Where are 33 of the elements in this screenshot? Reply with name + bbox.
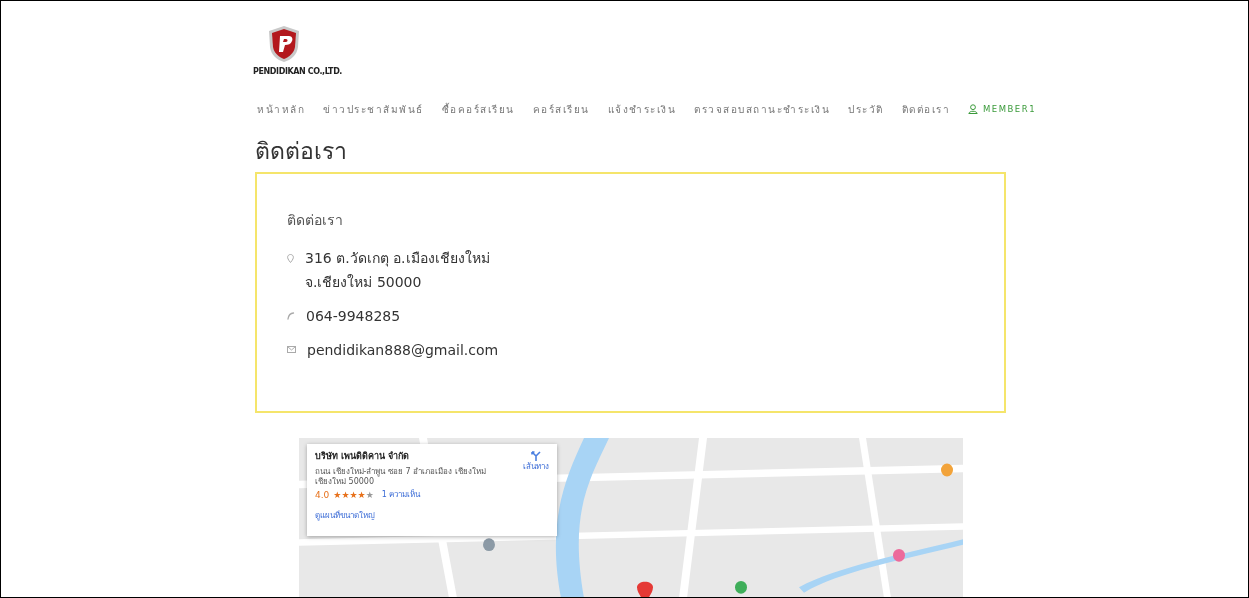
rating-value: 4.0	[315, 488, 330, 502]
contact-text: 064-9948285	[306, 307, 401, 325]
star-icon: ★	[349, 490, 358, 501]
contact-text: pendidikan888@gmail.com	[307, 341, 499, 359]
place-address: ถนน เชียงใหม่-ลำพูน ซอย 7 อำเภอเมือง เชียงใหม่ เชียงใหม่ 50000	[315, 466, 487, 487]
reviews-link[interactable]: 1 ความเห็น	[381, 489, 421, 502]
company-name: PENDIDIKAN CO.,LTD.	[253, 66, 342, 78]
nav-link[interactable]: ประวัติ	[848, 101, 884, 117]
envelope-icon	[287, 346, 296, 353]
nav-link[interactable]: ข่าวประชาสัมพันธ์	[323, 101, 424, 117]
nav-link[interactable]: หน้าหลัก	[257, 101, 305, 117]
directions-icon	[531, 450, 541, 461]
user-icon	[968, 104, 978, 114]
place-name: บริษัท เพนดิดิคาน จำกัด	[315, 450, 411, 463]
nav-link[interactable]: ตรวจสอบสถานะชำระเงิน	[694, 101, 830, 117]
nav-link[interactable]: ติดต่อเรา	[901, 101, 950, 117]
page-title: ติดต่อเรา	[255, 137, 348, 166]
star-icon: ★	[333, 490, 342, 501]
star-icon: ★	[365, 490, 374, 501]
nav-link[interactable]: ซื้อคอร์สเรียน	[441, 101, 515, 117]
star-icon: ★	[357, 490, 366, 501]
nav-link[interactable]: คอร์สเรียน	[532, 101, 590, 117]
shield-logo-icon	[267, 25, 301, 63]
contact-text: 316 ต.วัดเกตุ อ.เมืองเชียงใหม่	[305, 249, 490, 267]
location-pin-icon	[287, 254, 294, 263]
larger-map-link[interactable]: ดูแผนที่ขนาดใหญ่	[315, 510, 523, 522]
nav-link[interactable]: แจ้งชำระเงิน	[607, 101, 676, 117]
directions-button[interactable]: เส้นทาง	[523, 450, 549, 530]
phone-icon	[287, 312, 295, 320]
member-link[interactable]: MEMBER1	[968, 102, 1037, 116]
star-icon: ★	[341, 490, 350, 501]
contact-heading: ติดต่อเรา	[287, 211, 344, 230]
contact-text: จ.เชียงใหม่ 50000	[305, 273, 423, 291]
